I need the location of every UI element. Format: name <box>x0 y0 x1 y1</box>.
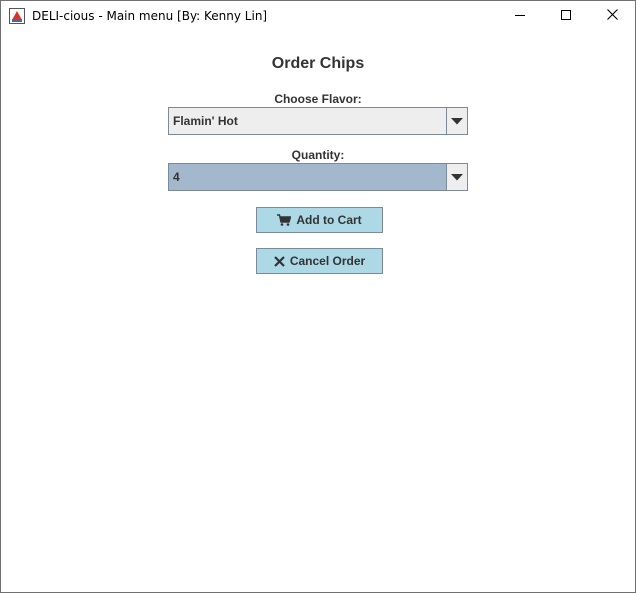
minimize-button[interactable] <box>497 1 543 31</box>
close-button[interactable] <box>589 1 635 31</box>
maximize-button[interactable] <box>543 1 589 31</box>
add-to-cart-button[interactable]: Add to Cart <box>256 207 383 233</box>
java-app-icon <box>9 8 25 24</box>
chevron-down-icon <box>451 112 463 130</box>
quantity-label: Quantity: <box>291 148 345 162</box>
page-title: Order Chips <box>271 55 365 72</box>
flavor-dropdown-arrow[interactable] <box>446 108 467 134</box>
flavor-selected-value: Flamin' Hot <box>173 114 238 128</box>
cart-icon <box>277 214 292 226</box>
add-to-cart-label: Add to Cart <box>296 213 362 227</box>
window-title: DELI-cious - Main menu [By: Kenny Lin] <box>32 9 268 23</box>
cancel-order-button[interactable]: Cancel Order <box>256 248 383 274</box>
flavor-label: Choose Flavor: <box>274 92 362 106</box>
cancel-order-label: Cancel Order <box>289 254 366 268</box>
app-window: DELI-cious - Main menu [By: Kenny Lin] O… <box>0 0 636 593</box>
maximize-icon <box>561 7 571 25</box>
minimize-icon <box>515 7 525 25</box>
quantity-selected-value: 4 <box>173 170 180 184</box>
flavor-dropdown[interactable]: Flamin' Hot <box>168 107 468 135</box>
close-icon <box>606 7 618 25</box>
quantity-dropdown[interactable]: 4 <box>168 163 468 191</box>
quantity-dropdown-arrow[interactable] <box>446 164 467 190</box>
chevron-down-icon <box>451 168 463 186</box>
x-icon <box>274 255 285 267</box>
title-bar[interactable]: DELI-cious - Main menu [By: Kenny Lin] <box>1 1 635 31</box>
